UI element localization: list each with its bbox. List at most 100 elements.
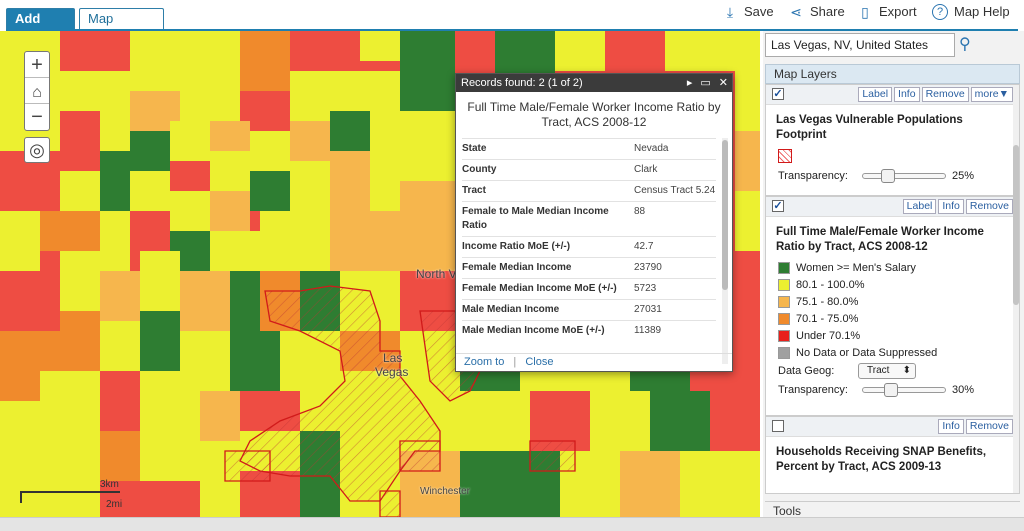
popup-row-key: Male Median Income <box>462 304 560 315</box>
crosshair-icon: ◎ <box>29 140 45 160</box>
home-button[interactable]: ⌂ <box>25 78 49 104</box>
popup-row-value: 23790 <box>634 262 662 273</box>
bottom-strip <box>0 517 1024 531</box>
tab-map-gallery[interactable]: Map Gallery <box>79 8 164 46</box>
popup-scrollbar[interactable] <box>722 138 728 364</box>
popup-row: Female Median Income MoE (+/-) 5723 <box>462 278 716 299</box>
legend-label: 80.1 - 100.0% <box>796 278 865 291</box>
popup-footer: Zoom to | Close <box>456 353 732 371</box>
info-button[interactable]: Info <box>894 87 920 102</box>
slider-knob[interactable] <box>880 169 895 183</box>
label-button[interactable]: Label <box>902 199 937 214</box>
locate-button[interactable]: ◎ <box>24 137 50 163</box>
legend-swatch <box>778 329 790 342</box>
popup-row-key: Tract <box>462 185 486 196</box>
scale-km-label: 3km <box>100 479 119 490</box>
transparency-label: Transparency: <box>778 384 848 396</box>
popup-row-key: Female Median Income <box>462 262 572 273</box>
transparency-label: Transparency: <box>778 170 848 182</box>
data-geog-label: Data Geog: <box>778 365 835 377</box>
transparency-control: Transparency: 25% <box>766 167 1019 187</box>
popup-row-value: Nevada <box>634 143 669 154</box>
export-label: Export <box>879 4 917 19</box>
popup-row-key: Male Median Income MoE (+/-) <box>462 325 605 336</box>
map-help-button[interactable]: ? Map Help <box>932 3 1010 21</box>
data-geog-value: Tract <box>867 365 890 376</box>
popup-row-key: Female to Male Median Income Ratio <box>462 206 609 231</box>
map-label-las: Las <box>383 351 403 365</box>
scale-mi-label: 2mi <box>106 499 123 510</box>
popup-row-key: Income Ratio MoE (+/-) <box>462 241 571 252</box>
export-button[interactable]: ▯ Export <box>857 3 917 21</box>
popup-row-value: 88 <box>634 206 646 217</box>
popup-row: Income Ratio MoE (+/-) 42.7 <box>462 236 716 257</box>
label-button[interactable]: Label <box>858 87 893 102</box>
transparency-value: 30% <box>952 384 975 396</box>
legend-label: Women >= Men's Salary <box>796 261 916 274</box>
close-icon[interactable]: ✕ <box>719 74 728 92</box>
save-button[interactable]: ⤓ Save <box>722 3 774 21</box>
legend-item: 75.1 - 80.0% <box>766 293 1019 310</box>
scale-bar: 3km 2mi <box>20 479 150 510</box>
layer-title: Households Receiving SNAP Benefits, Perc… <box>776 446 987 473</box>
close-link[interactable]: Close <box>525 356 553 368</box>
legend-swatch <box>778 312 790 325</box>
data-geog-select[interactable]: Tract ⬍ <box>858 363 916 379</box>
info-button[interactable]: Info <box>938 199 964 214</box>
remove-button[interactable]: Remove <box>965 199 1013 214</box>
zoom-control: + ⌂ − <box>24 51 50 131</box>
popup-row: Female Median Income 23790 <box>462 257 716 278</box>
layer-visibility-checkbox[interactable]: ✓ <box>772 88 784 100</box>
popup-row-key: Female Median Income MoE (+/-) <box>462 283 617 294</box>
popup-row: Male Median Income 27031 <box>462 299 716 320</box>
zoom-out-button[interactable]: − <box>25 104 49 130</box>
popup-row-value: 11389 <box>634 325 662 336</box>
slider-knob[interactable] <box>884 383 898 397</box>
popup-row: Male Median Income MoE (+/-) 11389 <box>462 320 716 341</box>
transparency-slider[interactable] <box>862 169 946 183</box>
popup-row: County Clark <box>462 159 716 180</box>
legend-item: 70.1 - 75.0% <box>766 310 1019 327</box>
legend-item: Under 70.1% <box>766 327 1019 344</box>
remove-button[interactable]: Remove <box>965 419 1013 434</box>
popup-records-label: Records found: 2 (1 of 2) <box>461 77 583 89</box>
data-geog-control: Data Geog: Tract ⬍ <box>766 361 1019 381</box>
layer-visibility-checkbox[interactable] <box>772 420 784 432</box>
layers-scrollbar[interactable] <box>1013 85 1019 493</box>
zoom-to-link[interactable]: Zoom to <box>464 356 504 368</box>
remove-button[interactable]: Remove <box>921 87 969 102</box>
layer-toolbar: ✓ Label Info Remove <box>766 197 1019 217</box>
right-panel: Las Vegas, NV, United States ⚲ Map Layer… <box>763 31 1024 518</box>
legend-swatch <box>778 346 790 359</box>
layer-visibility-checkbox[interactable]: ✓ <box>772 200 784 212</box>
popup-header: Records found: 2 (1 of 2) ▸ ▭ ✕ <box>456 74 732 92</box>
transparency-value: 25% <box>952 170 975 182</box>
search-icon[interactable]: ⚲ <box>959 34 971 54</box>
tab-add-data[interactable]: Add Data <box>6 8 75 46</box>
layer-toolbar: Info Remove <box>766 417 1019 437</box>
legend-swatch <box>778 278 790 291</box>
help-icon: ? <box>932 4 948 20</box>
next-record-icon[interactable]: ▸ <box>687 74 693 92</box>
share-label: Share <box>810 4 845 19</box>
info-popup: Records found: 2 (1 of 2) ▸ ▭ ✕ Full Tim… <box>455 73 733 372</box>
more-button[interactable]: more▼ <box>970 87 1013 102</box>
map-layers-list: ✓ Label Info Remove more▼ Las Vegas Vuln… <box>765 84 1020 494</box>
popup-attribute-table: State Nevada County Clark Tract Census Tract … <box>456 138 732 364</box>
popup-row-key: State <box>462 143 487 154</box>
legend-swatch <box>778 295 790 308</box>
maximize-icon[interactable]: ▭ <box>700 74 710 92</box>
legend-label: Under 70.1% <box>796 329 861 342</box>
transparency-slider[interactable] <box>862 383 946 397</box>
transparency-control: Transparency: 30% <box>766 381 1019 401</box>
map-help-label: Map Help <box>954 4 1010 19</box>
info-button[interactable]: Info <box>938 419 964 434</box>
layer-snap-benefits: Info Remove Households Receiving SNAP Be… <box>766 417 1019 493</box>
search-input[interactable]: Las Vegas, NV, United States <box>765 33 955 57</box>
top-toolbar: Add Data Map Gallery ⤓ Save ⋖ Share ▯ Ex… <box>0 0 1024 46</box>
map-canvas[interactable]: North Vega Las Vegas Winchester + ⌂ − ◎ … <box>0 31 760 517</box>
share-button[interactable]: ⋖ Share <box>788 3 845 21</box>
share-icon: ⋖ <box>790 4 802 20</box>
zoom-in-button[interactable]: + <box>25 52 49 78</box>
legend-label: 70.1 - 75.0% <box>796 312 859 325</box>
